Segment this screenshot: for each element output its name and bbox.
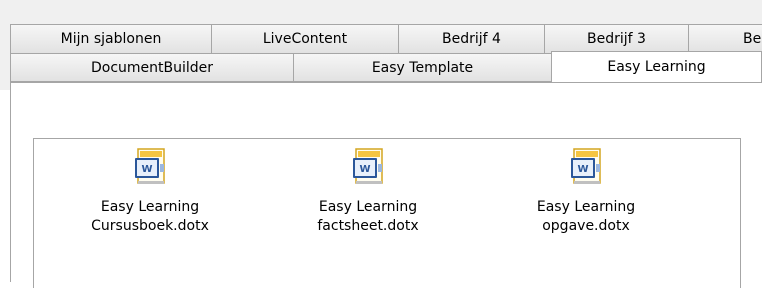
tab-bedrijf-3[interactable]: Bedrijf 3	[544, 24, 688, 53]
tab-documentbuilder[interactable]: DocumentBuilder	[10, 53, 293, 82]
template-item-cursusboek[interactable]: W Easy Learning Cursusboek.dotx	[70, 148, 230, 236]
tab-row-front: DocumentBuilder Easy Template Easy Learn…	[10, 51, 762, 82]
svg-text:W: W	[577, 164, 588, 175]
tab-row-back: Mijn sjablonen LiveContent Bedrijf 4 Bed…	[10, 24, 762, 53]
template-item-label: Easy Learning opgave.dotx	[536, 199, 636, 234]
tab-bedrijf-4[interactable]: Bedrijf 4	[398, 24, 544, 53]
tab-mijn-sjablonen[interactable]: Mijn sjablonen	[10, 24, 211, 53]
template-item-factsheet[interactable]: W Easy Learning factsheet.dotx	[288, 148, 448, 236]
template-item-label: Easy Learning factsheet.dotx	[317, 199, 419, 234]
svg-text:W: W	[359, 164, 370, 175]
tab-bedrijf-partial[interactable]: Bedr	[688, 24, 762, 53]
tab-easy-learning[interactable]: Easy Learning	[551, 51, 762, 82]
word-template-icon: W	[135, 148, 165, 184]
word-template-icon: W	[353, 148, 383, 184]
tab-easy-template[interactable]: Easy Template	[293, 53, 551, 82]
tab-livecontent[interactable]: LiveContent	[211, 24, 398, 53]
template-item-label: Easy Learning Cursusboek.dotx	[91, 199, 209, 234]
template-item-opgave[interactable]: W Easy Learning opgave.dotx	[506, 148, 666, 236]
word-template-icon: W	[571, 148, 601, 184]
svg-text:W: W	[141, 164, 152, 175]
